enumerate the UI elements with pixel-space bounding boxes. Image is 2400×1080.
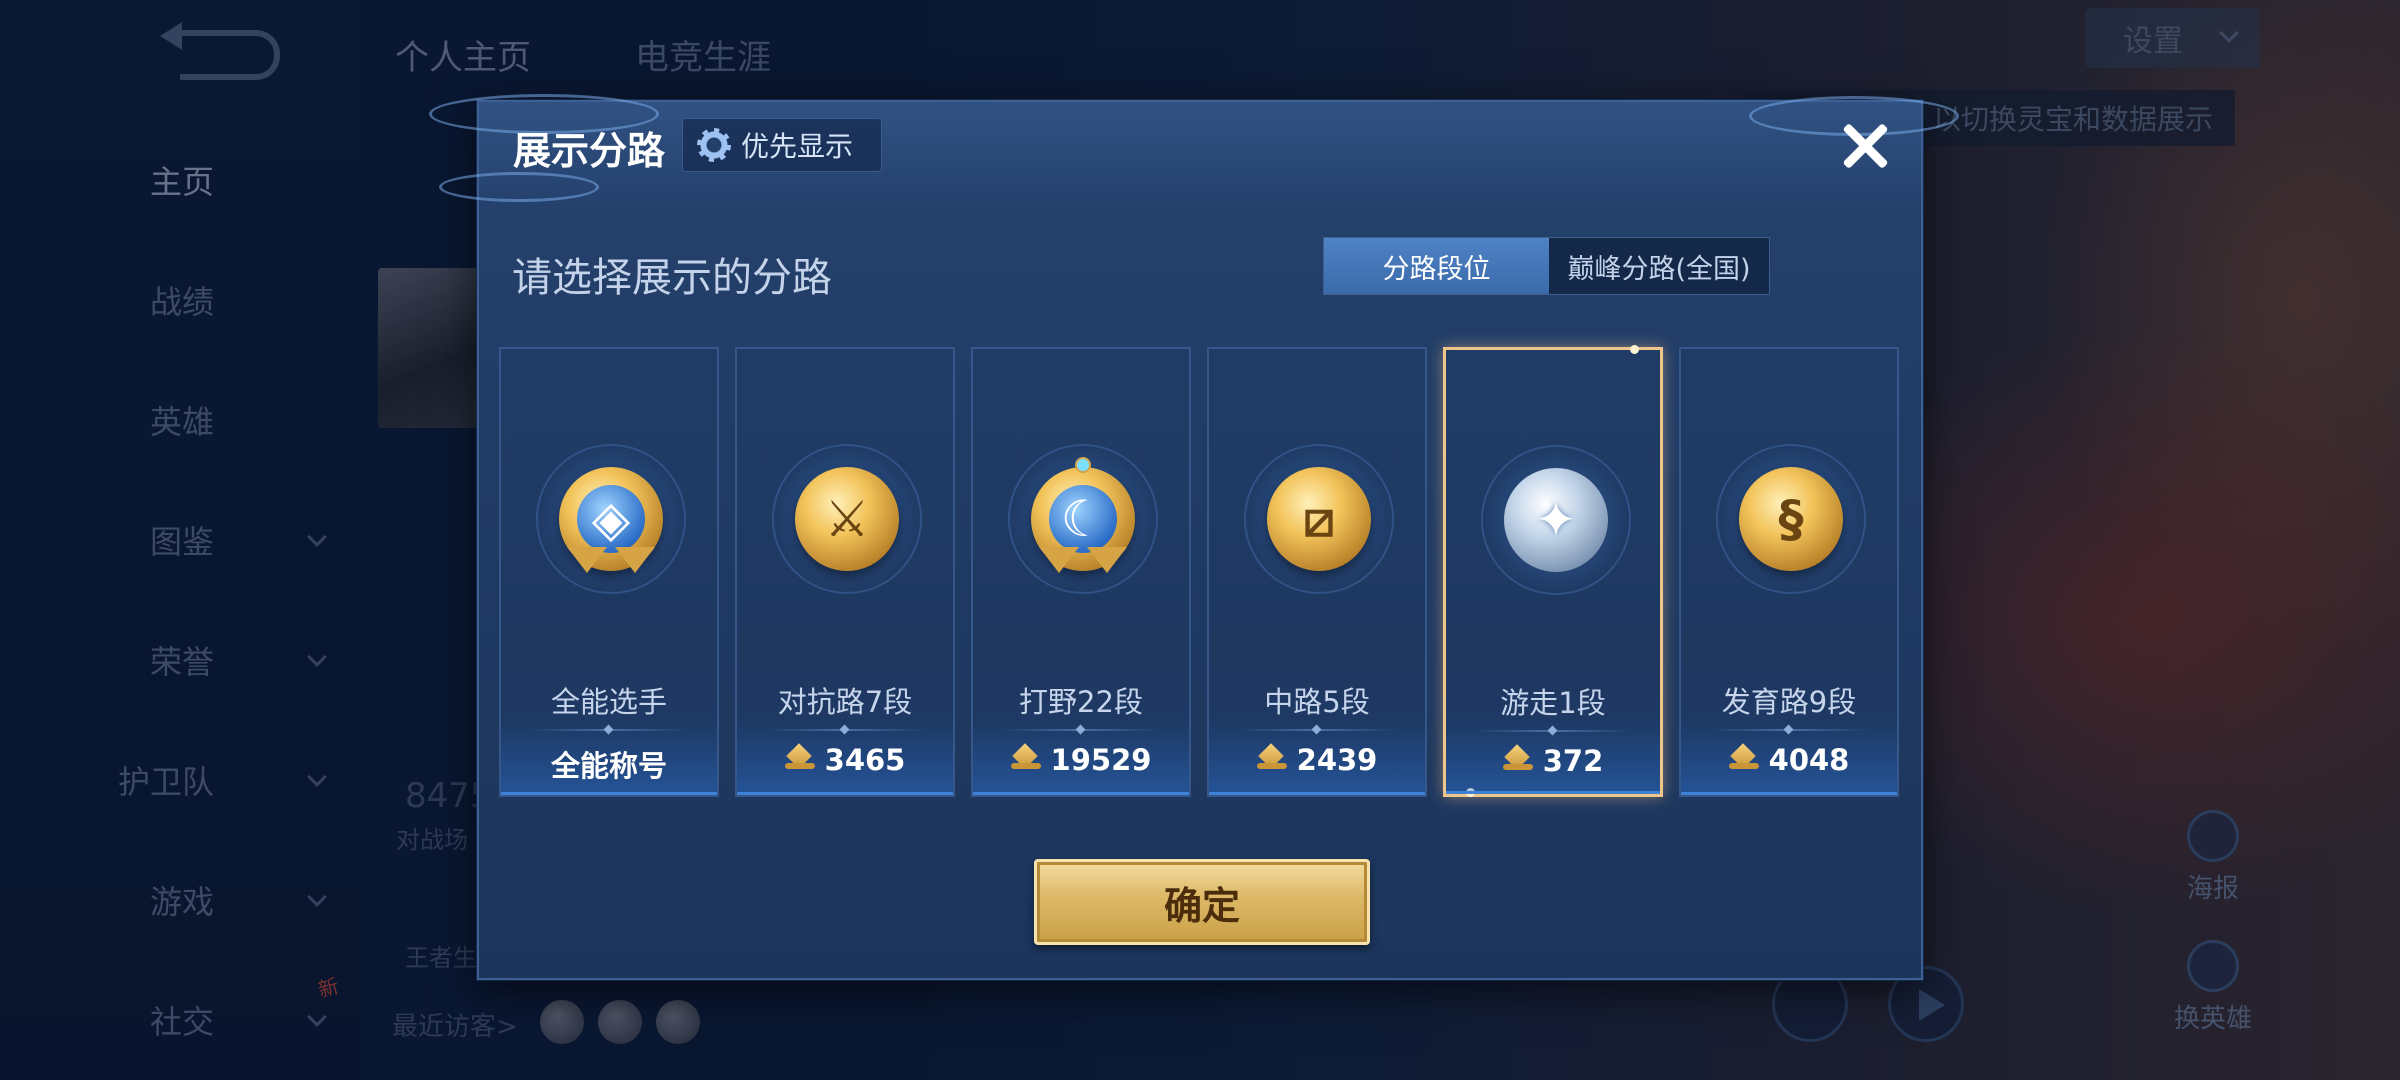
tab-label: 巅峰分路(全国) <box>1567 253 1751 285</box>
tab-lane-rank[interactable]: 分路段位 <box>1324 238 1549 294</box>
slash-icon: ⧄ <box>1303 489 1335 548</box>
s-glyph-icon: § <box>1778 490 1804 548</box>
confirm-label: 确定 <box>1163 883 1240 928</box>
lane-score-value: 全能称号 <box>550 749 667 783</box>
lane-score-value: 3465 <box>824 743 906 777</box>
lane-score: 372 <box>1446 744 1660 778</box>
lane-score-value: 2439 <box>1296 743 1378 777</box>
selection-corner-icon <box>1630 345 1639 354</box>
points-icon <box>1502 748 1533 774</box>
lane-score: 4048 <box>1681 743 1897 777</box>
lane-card-roam[interactable]: ✦ 游走1段 372 <box>1443 345 1663 797</box>
points-icon <box>1256 747 1287 773</box>
divider <box>767 729 923 731</box>
points-icon <box>784 747 815 773</box>
lane-title: 打野22段 <box>1019 685 1143 719</box>
allround-glyph-icon: ◈ <box>591 490 631 548</box>
points-icon <box>1728 747 1759 773</box>
lane-score-value: 19529 <box>1050 743 1152 777</box>
lane-card-jungle[interactable]: ☾ 打野22段 19529 <box>971 347 1191 797</box>
divider <box>1711 729 1867 731</box>
divider <box>531 729 687 731</box>
select-prompt: 请选择展示的分路 <box>512 255 832 301</box>
jungle-badge-icon: ☾ <box>1031 467 1135 571</box>
clash-lane-badge-icon: ⚔ <box>795 467 899 571</box>
lane-display-dialog: 展示分路 优先显示 请选择展示的分路 分路段位 巅峰分路(全国) ◈ 全能选手 … <box>429 94 1959 980</box>
dialog-title: 展示分路 <box>513 129 666 173</box>
confirm-button[interactable]: 确定 <box>1034 859 1370 945</box>
lane-card-clash[interactable]: ⚔ 对抗路7段 3465 <box>735 347 955 797</box>
view-mode-tabs: 分路段位 巅峰分路(全国) <box>1323 237 1770 295</box>
lane-score: 3465 <box>737 743 953 777</box>
lane-card-allround[interactable]: ◈ 全能选手 全能称号 <box>499 347 719 797</box>
priority-display-button[interactable]: 优先显示 <box>682 118 882 172</box>
lane-score-value: 372 <box>1542 744 1604 778</box>
close-button[interactable] <box>1834 116 1894 176</box>
lane-title: 对抗路7段 <box>777 685 913 719</box>
lane-score: 全能称号 <box>501 743 717 785</box>
wings-icon: ✦ <box>1535 491 1577 549</box>
farm-lane-badge-icon: § <box>1739 467 1843 571</box>
lane-card-farm[interactable]: § 发育路9段 4048 <box>1679 347 1899 797</box>
swirl-ornament <box>439 172 599 202</box>
points-icon <box>1010 747 1041 773</box>
lane-title: 游走1段 <box>1500 686 1606 720</box>
divider <box>1476 730 1630 732</box>
gear-icon <box>697 128 731 162</box>
tab-peak-lane[interactable]: 巅峰分路(全国) <box>1549 238 1769 294</box>
lane-score: 19529 <box>973 743 1189 777</box>
allround-badge-icon: ◈ <box>559 467 663 571</box>
lane-title: 中路5段 <box>1264 685 1370 719</box>
selection-corner-icon <box>1466 788 1475 797</box>
dragon-icon: ☾ <box>1060 490 1106 548</box>
lane-score-value: 4048 <box>1768 743 1850 777</box>
roam-badge-icon: ✦ <box>1504 468 1608 572</box>
priority-display-label: 优先显示 <box>741 130 854 163</box>
mid-lane-badge-icon: ⧄ <box>1267 467 1371 571</box>
crossed-swords-icon: ⚔ <box>824 490 870 548</box>
lane-title: 发育路9段 <box>1721 685 1857 719</box>
tab-label: 分路段位 <box>1382 253 1491 285</box>
lane-title: 全能选手 <box>550 685 667 719</box>
divider <box>1239 729 1395 731</box>
lane-score: 2439 <box>1209 743 1425 777</box>
lane-card-mid[interactable]: ⧄ 中路5段 2439 <box>1207 347 1427 797</box>
divider <box>1003 729 1159 731</box>
